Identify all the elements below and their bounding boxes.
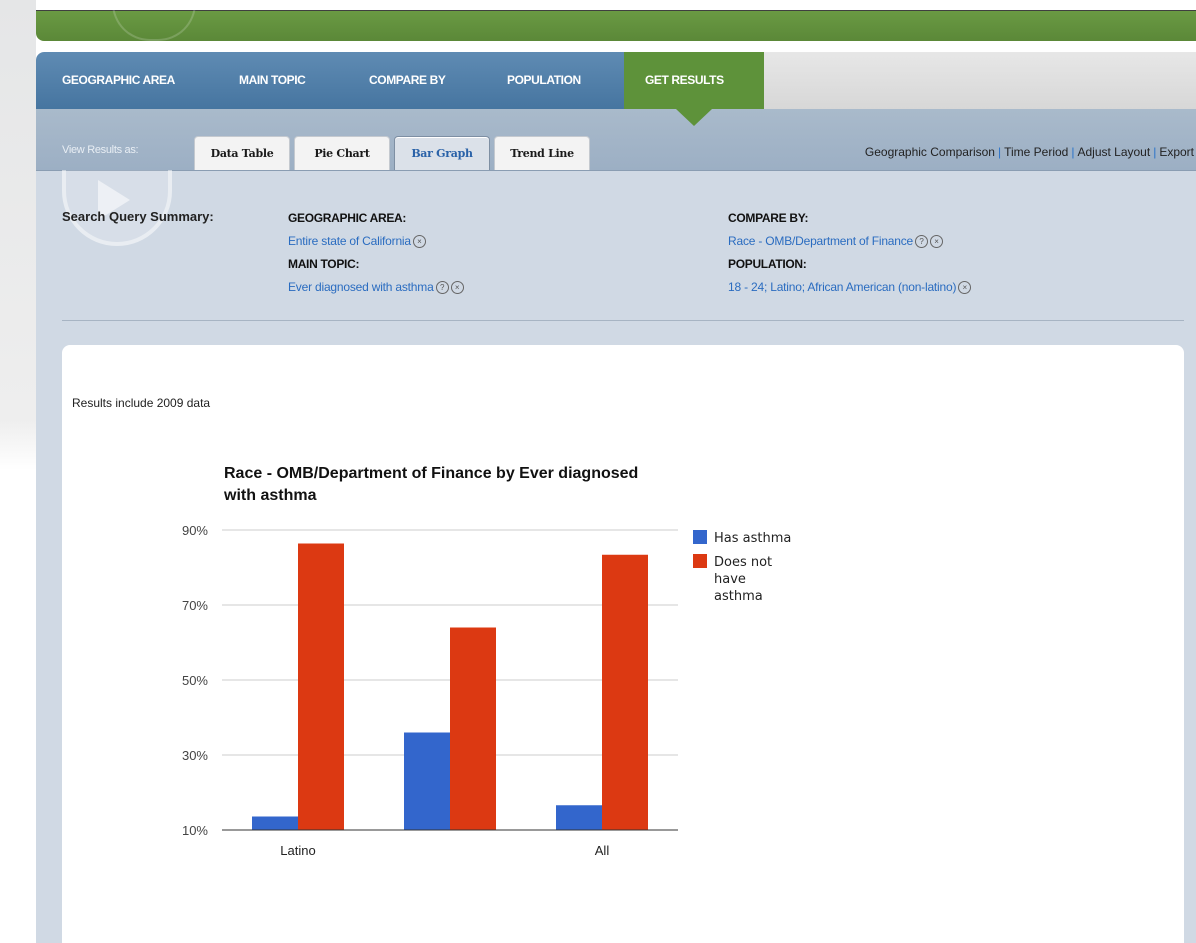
legend-swatch <box>693 530 707 544</box>
bar <box>556 805 602 830</box>
x-tick-label: Latino <box>280 843 315 858</box>
bar <box>602 554 648 830</box>
y-tick-label: 90% <box>182 523 208 538</box>
bar <box>404 732 450 830</box>
y-tick-label: 70% <box>182 598 208 613</box>
legend-swatch <box>693 554 707 568</box>
bar <box>252 816 298 830</box>
x-tick-label: All <box>595 843 610 858</box>
y-tick-label: 10% <box>182 823 208 838</box>
legend-label: Has asthma <box>714 531 791 546</box>
active-step-arrow-icon <box>676 109 712 126</box>
y-tick-label: 50% <box>182 673 208 688</box>
bar <box>450 627 496 830</box>
y-tick-label: 30% <box>182 748 208 763</box>
bar-chart: 90% 70% 50% 30% 10% Latino All Has asthma Does n… <box>182 523 791 858</box>
bar <box>298 543 344 830</box>
legend-label: Does not have asthma <box>714 555 772 604</box>
